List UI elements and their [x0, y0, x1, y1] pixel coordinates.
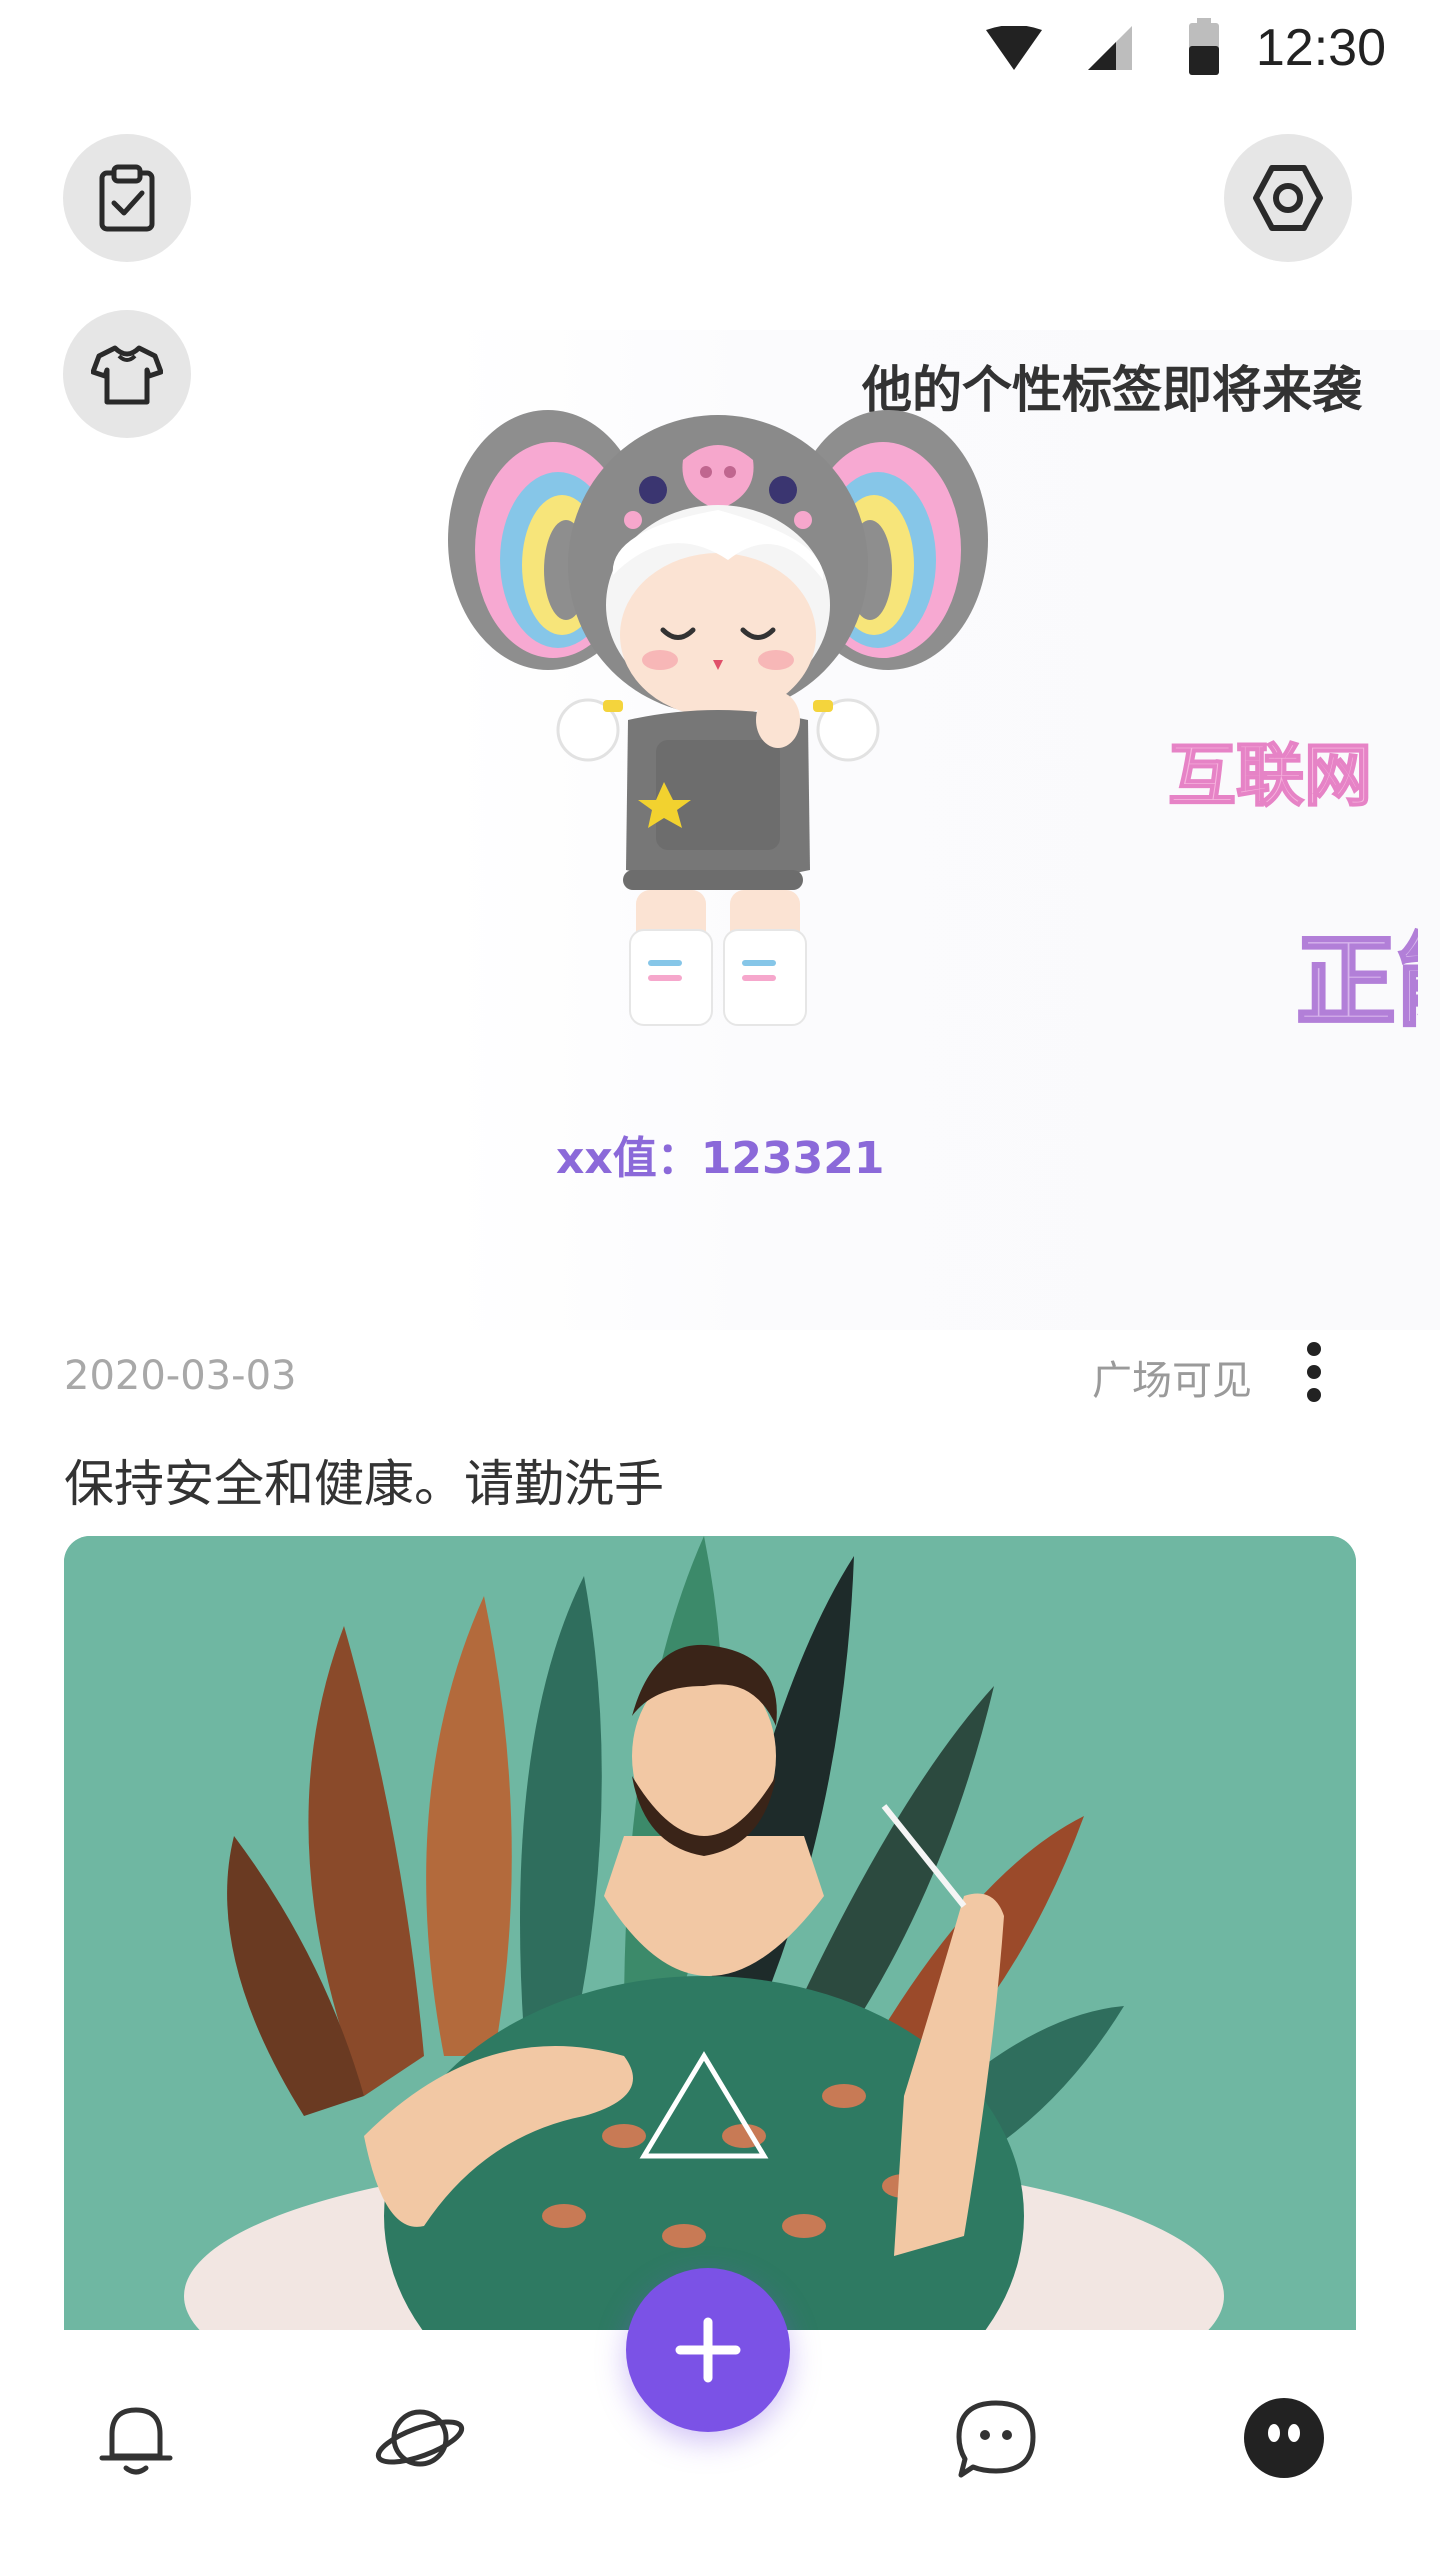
tab-messages[interactable] — [936, 2378, 1056, 2498]
score-value: 123321 — [700, 1133, 885, 1184]
more-dot-icon — [1307, 1342, 1321, 1356]
tab-discover[interactable] — [360, 2378, 480, 2498]
hexagon-settings-icon — [1253, 165, 1323, 231]
score-display: xx值：123321 — [556, 1122, 884, 1186]
avatar-figure[interactable] — [438, 400, 998, 1040]
plus-icon — [675, 2317, 741, 2383]
create-post-button[interactable] — [626, 2268, 790, 2432]
more-dot-icon — [1307, 1388, 1321, 1402]
post-text: 保持安全和健康。请勤洗手 — [64, 1455, 664, 1513]
tab-notifications[interactable] — [76, 2378, 196, 2498]
more-dot-icon — [1307, 1365, 1321, 1379]
status-bar: 12:30 — [0, 0, 1440, 100]
profile-face-icon — [1244, 2398, 1324, 2478]
post-visibility[interactable]: 广场可见 — [1092, 1348, 1252, 1406]
more-options-button[interactable] — [1296, 1336, 1332, 1408]
bearded-man-illustration — [64, 1536, 1356, 2330]
cellular-signal-icon — [1088, 26, 1132, 70]
post-image[interactable] — [64, 1536, 1356, 2330]
battery-icon — [1189, 18, 1219, 75]
status-time: 12:30 — [1255, 19, 1386, 77]
bell-icon — [99, 2407, 173, 2475]
post-date: 2020-03-03 — [64, 1353, 297, 1399]
chat-bubble-icon — [956, 2400, 1036, 2478]
floating-tag-positive[interactable]: 正能 — [1295, 900, 1419, 1045]
wifi-icon — [986, 26, 1042, 70]
settings-button[interactable] — [1224, 134, 1352, 262]
tab-profile[interactable] — [1224, 2378, 1344, 2498]
clipboard-check-icon — [99, 164, 155, 232]
planet-icon — [375, 2409, 465, 2467]
tasks-button[interactable] — [63, 134, 191, 262]
floating-tag-internet[interactable]: 互联网 — [1167, 720, 1373, 819]
score-label: xx值： — [556, 1133, 701, 1184]
